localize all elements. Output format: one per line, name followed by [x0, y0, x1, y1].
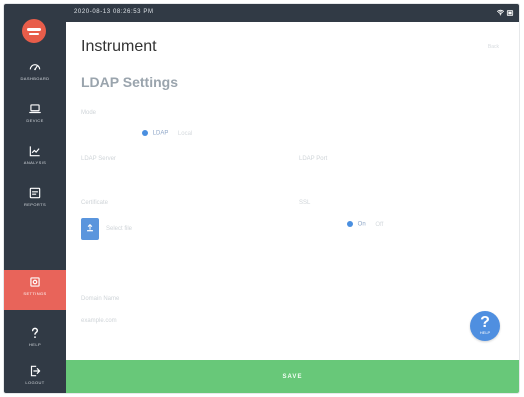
domain-name-value: example.com [81, 318, 117, 324]
ssl-label: SSL [299, 200, 311, 206]
settings-icon [30, 277, 40, 287]
ldap-port-label: LDAP Port [299, 156, 328, 162]
radio-selected-icon [347, 221, 353, 227]
sidebar-item-label: ANALYSIS [23, 160, 47, 165]
battery-icon [506, 10, 514, 16]
ssl-radio-on-label: On [357, 221, 366, 228]
sidebar-item-analysis[interactable]: ANALYSIS [4, 139, 66, 179]
sidebar-item-reports[interactable]: REPORTS [4, 181, 66, 221]
logout-icon [30, 365, 41, 377]
ssl-radio-off-label: Off [375, 221, 384, 228]
gauge-icon [29, 64, 41, 71]
upload-icon [87, 224, 93, 232]
ldap-server-label: LDAP Server [81, 156, 116, 162]
ssl-radio-group[interactable]: On Off [347, 221, 383, 229]
mode-radio-ldap-label: LDAP [152, 130, 169, 137]
save-button[interactable]: SAVE [66, 360, 519, 393]
domain-name-label: Domain Name [81, 296, 120, 302]
app-frame: DASHBOARD DEVICE ANALYSIS REPORTS SETTIN… [4, 4, 519, 393]
wifi-icon [497, 9, 504, 16]
mode-label: Mode [81, 110, 97, 116]
sidebar-item-help[interactable]: HELP [4, 319, 66, 359]
sidebar-item-label: REPORTS [23, 202, 47, 207]
certificate-label: Certificate [81, 200, 109, 206]
help-button[interactable]: ? HELP [470, 311, 500, 341]
page-title: Instrument [81, 38, 157, 55]
mode-radio-local-label: Local [177, 130, 193, 137]
sidebar-item-settings[interactable]: SETTINGS [4, 270, 66, 310]
report-icon [29, 187, 41, 199]
mode-radio-group[interactable]: LDAP Local [142, 130, 192, 138]
help-icon [31, 327, 39, 338]
section-title: LDAP Settings [81, 74, 178, 90]
status-icons [496, 8, 514, 18]
sidebar: DASHBOARD DEVICE ANALYSIS REPORTS SETTIN… [4, 4, 66, 393]
radio-selected-icon [142, 130, 148, 136]
save-button-label: SAVE [282, 374, 303, 380]
sidebar-item-label: DEVICE [26, 118, 44, 123]
main-content: Instrument Back LDAP Settings Mode LDAP … [66, 22, 519, 393]
help-icon: ? [480, 314, 490, 331]
upload-button[interactable] [81, 218, 99, 240]
status-bar: 2020-08-13 08:26:53 PM [66, 4, 519, 22]
brand-logo-icon [22, 19, 46, 43]
status-timestamp: 2020-08-13 08:26:53 PM [74, 9, 154, 15]
back-link[interactable]: Back [488, 44, 499, 50]
sidebar-item-label: LOGOUT [25, 380, 45, 385]
laptop-icon [29, 104, 41, 114]
certificate-hint: Select file [106, 226, 133, 232]
help-button-label: HELP [479, 330, 491, 335]
sidebar-item-label: DASHBOARD [20, 76, 50, 81]
line-chart-icon [29, 146, 40, 157]
sidebar-item-dashboard[interactable]: DASHBOARD [4, 55, 66, 95]
sidebar-item-label: HELP [28, 342, 42, 347]
sidebar-item-label: SETTINGS [23, 291, 47, 296]
sidebar-item-logout[interactable]: LOGOUT [4, 357, 66, 393]
sidebar-item-device[interactable]: DEVICE [4, 97, 66, 137]
